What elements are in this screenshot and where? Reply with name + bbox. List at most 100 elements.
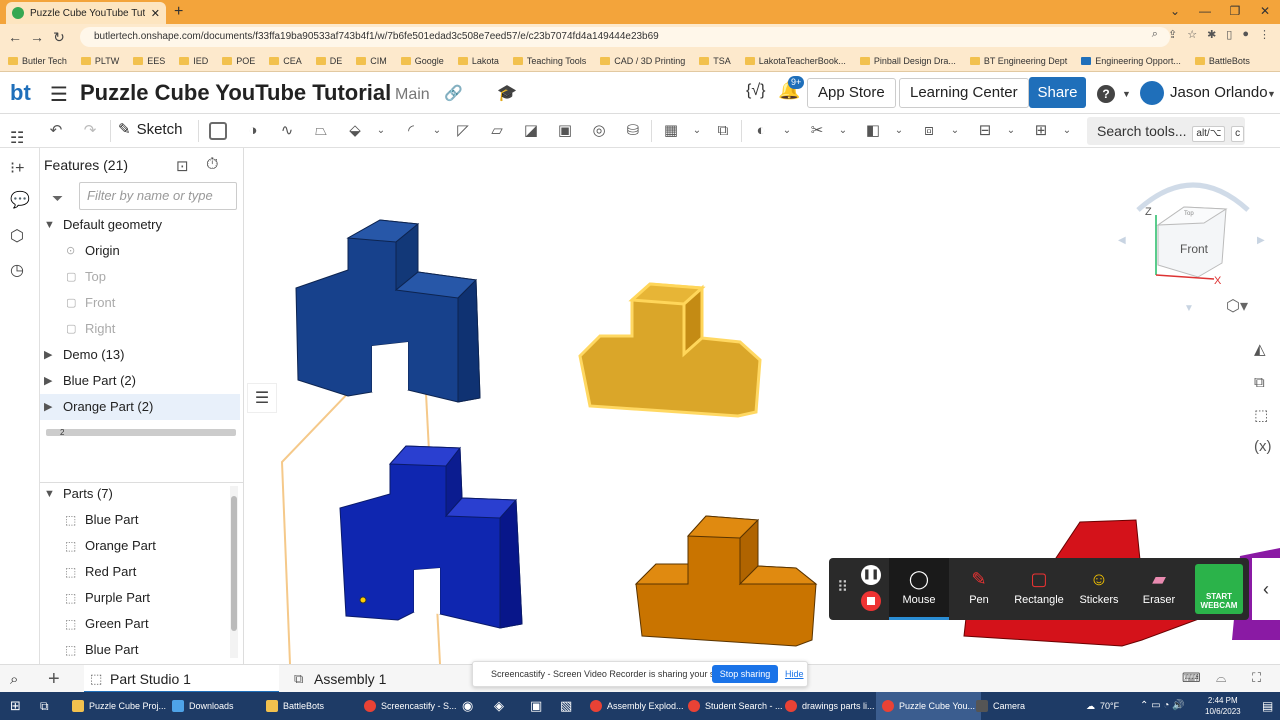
pause-icon[interactable]: ❚❚ xyxy=(861,565,881,585)
variable-table-icon[interactable]: (x) xyxy=(1254,438,1272,455)
restore-icon[interactable]: ❐ xyxy=(1220,0,1250,24)
tree-item-demo-folder[interactable]: ▶ Demo (13) xyxy=(40,342,240,368)
browser-tab[interactable]: Puzzle Cube YouTube Tutorial | ✕ xyxy=(6,2,166,24)
fillet-icon[interactable]: ◜ xyxy=(401,121,421,141)
eraser-tool-button[interactable]: ▰ Eraser xyxy=(1129,558,1189,620)
split-icon[interactable]: ✂ xyxy=(807,121,827,141)
notifications-bell-icon[interactable]: 🔔 9+ xyxy=(778,76,805,101)
taskbar-item[interactable]: Puzzle Cube Proj... xyxy=(72,692,166,720)
app-icon[interactable]: ▧ xyxy=(560,692,572,720)
chevron-down-icon[interactable]: ▼ xyxy=(1267,89,1276,99)
profile-icon[interactable]: ● xyxy=(1242,28,1249,41)
learning-center-button[interactable]: Learning Center xyxy=(899,78,1029,108)
taskbar-item[interactable]: BattleBots xyxy=(266,692,324,720)
close-tab-icon[interactable]: ✕ xyxy=(151,7,160,20)
list-item[interactable]: ⬚ Blue Part xyxy=(40,507,230,533)
cylinder-icon[interactable]: ⛁ xyxy=(623,121,643,141)
bookmark-item[interactable]: Engineering Opport... xyxy=(1081,56,1181,66)
chevron-down-icon[interactable]: ⌄ xyxy=(889,121,909,141)
pen-tool-button[interactable]: ✎ Pen xyxy=(949,558,1009,620)
bookmark-item[interactable]: CEA xyxy=(269,56,302,66)
list-item[interactable]: ⬚ Orange Part xyxy=(40,533,230,559)
bookmark-item[interactable]: POE xyxy=(222,56,255,66)
chevron-down-icon[interactable]: ⌄ xyxy=(427,121,447,141)
render-icon[interactable]: ⛶ xyxy=(1252,670,1261,686)
view-mode-icon[interactable]: ⌓ xyxy=(1216,670,1226,686)
weather-widget[interactable]: ☁ 70°F xyxy=(1086,692,1119,720)
chevron-down-icon[interactable]: ⌄ xyxy=(371,121,391,141)
bookmark-item[interactable]: CAD / 3D Printing xyxy=(600,56,685,66)
search-tools-input[interactable]: Search tools... alt/⌥ c xyxy=(1087,117,1245,145)
chevron-left-icon[interactable]: ‹ xyxy=(1252,558,1280,620)
taskbar-item[interactable]: drawings parts li... xyxy=(785,692,875,720)
bookmark-item[interactable]: Teaching Tools xyxy=(512,56,586,66)
new-tab-icon[interactable]: + xyxy=(174,3,183,21)
chevron-down-icon[interactable]: ⌄ xyxy=(687,121,707,141)
notifications-icon[interactable]: ▤ xyxy=(1262,692,1273,720)
new-folder-icon[interactable]: ⊡ xyxy=(176,157,189,175)
undo-icon[interactable]: ↶ xyxy=(46,121,66,141)
bookmark-item[interactable]: LakotaTeacherBook... xyxy=(744,56,846,66)
bookmark-item[interactable]: TSA xyxy=(699,56,731,66)
bookmark-item[interactable]: PLTW xyxy=(80,56,119,66)
chevron-down-icon[interactable]: ⌄ xyxy=(777,121,797,141)
view-options-icon[interactable]: ⬡▾ xyxy=(1226,296,1248,316)
chevron-down-icon[interactable]: ⌄ xyxy=(1057,121,1077,141)
list-item[interactable]: ⬚ Purple Part xyxy=(40,585,230,611)
app-store-button[interactable]: App Store xyxy=(807,78,896,108)
taskbar-item[interactable]: Screencastify - S... xyxy=(364,692,457,720)
add-custom-feature-icon[interactable]: ⊞ xyxy=(1031,121,1051,141)
stop-recording-icon[interactable] xyxy=(861,591,881,611)
bookmark-item[interactable]: DE xyxy=(315,56,342,66)
extensions-icon[interactable]: ✱ xyxy=(1207,28,1216,41)
url-field[interactable]: butlertech.onshape.com/documents/f33ffa1… xyxy=(80,27,1170,47)
sweep-icon[interactable]: ∿ xyxy=(277,121,297,141)
stop-sharing-button[interactable]: Stop sharing xyxy=(712,665,778,683)
hole-icon[interactable]: ◎ xyxy=(589,121,609,141)
start-webcam-button[interactable]: START WEBCAM xyxy=(1195,564,1243,614)
comments-icon[interactable]: 💬 xyxy=(10,190,30,210)
bookmark-item[interactable]: BT Engineering Dept xyxy=(969,56,1067,66)
bookmark-item[interactable]: Pinball Design Dra... xyxy=(859,56,956,66)
app-icon[interactable]: ◈ xyxy=(494,692,504,720)
rollback-timer-icon[interactable]: ⏱ xyxy=(206,156,218,174)
zoom-icon[interactable]: ⌕ xyxy=(1152,28,1158,41)
bookmark-item[interactable]: EES xyxy=(133,56,165,66)
system-tray-icons[interactable]: ⌃ ▭ ◔ 🔊 xyxy=(1140,692,1185,720)
rectangle-tool-button[interactable]: ▢ Rectangle xyxy=(1009,558,1069,620)
bookmark-item[interactable]: Butler Tech xyxy=(8,56,67,66)
chamfer-icon[interactable]: ◸ xyxy=(453,121,473,141)
chevron-down-icon[interactable]: ⌄ xyxy=(833,121,853,141)
loft-icon[interactable]: ⏢ xyxy=(311,121,331,141)
start-icon[interactable]: ⊞ xyxy=(10,692,21,720)
rib-icon[interactable]: ◪ xyxy=(521,121,541,141)
tab-part-studio-1[interactable]: ⬚ Part Studio 1 xyxy=(84,665,279,693)
tree-item-front-plane[interactable]: ▢ Front xyxy=(40,290,240,316)
add-feature-icon[interactable]: ⁝+ xyxy=(10,158,24,178)
boolean-icon[interactable]: ◐ xyxy=(751,121,771,141)
mouse-tool-button[interactable]: ◯ Mouse xyxy=(889,558,949,620)
document-title[interactable]: Puzzle Cube YouTube Tutorial xyxy=(80,80,391,106)
clock[interactable]: 2:44 PM 10/6/2023 xyxy=(1205,695,1241,717)
link-icon[interactable]: 🔗 xyxy=(444,84,463,102)
bookmark-item[interactable]: IED xyxy=(179,56,208,66)
revolve-icon[interactable]: ◑ xyxy=(243,121,263,141)
feature-list-toggle-icon[interactable]: ☰ xyxy=(247,383,277,413)
tab-assembly-1[interactable]: ⧉ Assembly 1 xyxy=(288,665,438,693)
pattern-icon[interactable]: ▦ xyxy=(661,121,681,141)
extrude-icon[interactable] xyxy=(209,122,227,140)
redo-icon[interactable]: ↷ xyxy=(80,121,100,141)
list-item[interactable]: ⬚ Green Part xyxy=(40,611,230,637)
hamburger-menu-icon[interactable]: ☰ xyxy=(50,82,68,107)
chevron-right-icon[interactable]: ▶ xyxy=(44,342,52,368)
taskbar-item[interactable]: Student Search - ... xyxy=(688,692,783,720)
share-button[interactable]: Share xyxy=(1029,77,1086,108)
help-icon[interactable]: ? xyxy=(1097,85,1115,103)
chevron-right-icon[interactable]: ▶ xyxy=(44,368,52,394)
drag-handle-icon[interactable]: ⠿ xyxy=(837,578,848,596)
avatar[interactable] xyxy=(1140,81,1164,105)
measure-icon[interactable]: ⬚ xyxy=(1254,406,1268,424)
share-page-icon[interactable]: ⇪ xyxy=(1168,28,1177,41)
hide-panel-icon[interactable]: ⌨ xyxy=(1182,670,1201,686)
tree-item-origin[interactable]: ⊙ Origin xyxy=(40,238,240,264)
